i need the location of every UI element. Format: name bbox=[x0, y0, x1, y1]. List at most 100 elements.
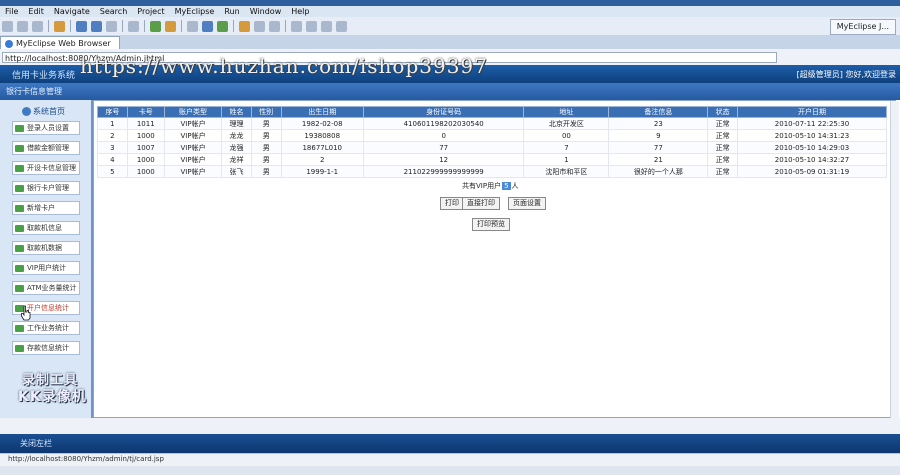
sidebar-item-label: 工作业务统计 bbox=[27, 324, 69, 332]
sidebar-item[interactable]: 登录人员设置 bbox=[12, 121, 80, 135]
column-header: 出生日期 bbox=[280, 106, 364, 118]
folder-icon bbox=[15, 144, 24, 152]
vip-user-table: 序号 卡号 账户类型 姓名 性别 出生日期 身份证号码 地址 备注信息 状态 开户日期 1 1011 V… bbox=[97, 106, 888, 178]
table-cell: 2010-05-10 14:32:27 bbox=[736, 153, 888, 166]
column-header: 卡号 bbox=[126, 106, 165, 118]
toolbar-separator bbox=[70, 20, 71, 32]
column-header: 开户日期 bbox=[736, 106, 888, 118]
prev-annotation-icon[interactable] bbox=[306, 20, 317, 32]
deploy-icon[interactable] bbox=[76, 20, 87, 32]
print-button[interactable]: 打印 bbox=[440, 197, 464, 210]
page-title: 银行卡信息管理 bbox=[6, 87, 62, 96]
user-info: [超级管理员] 您好,欢迎登录 bbox=[796, 70, 896, 79]
sidebar-item[interactable]: 借款金额管理 bbox=[12, 141, 80, 155]
ide-status-strip bbox=[0, 466, 900, 475]
open-type-icon[interactable] bbox=[239, 20, 250, 32]
folder-icon bbox=[15, 124, 24, 132]
table-cell: 男 bbox=[250, 165, 282, 178]
table-cell: 北京开发区 bbox=[523, 117, 610, 130]
menu-run[interactable]: Run bbox=[219, 7, 244, 16]
sidebar-item[interactable]: 银行卡户管理 bbox=[12, 181, 80, 195]
table-cell: 男 bbox=[250, 129, 282, 142]
table-cell: VIP帐户 bbox=[163, 141, 223, 154]
folder-icon bbox=[15, 204, 24, 212]
table-cell: 23 bbox=[608, 117, 709, 130]
menu-bar: File Edit Navigate Search Project MyEcli… bbox=[0, 6, 900, 17]
table-cell: 正常 bbox=[707, 153, 738, 166]
table-cell: VIP帐户 bbox=[163, 153, 223, 166]
menu-myeclipse[interactable]: MyEclipse bbox=[170, 7, 220, 16]
page-setup-button[interactable]: 页面设置 bbox=[508, 197, 546, 210]
table-row: 1 1011 VIP帐户 理理男 1982-02-08 41060119820203054… bbox=[97, 117, 888, 130]
sidebar-item[interactable]: ATM业务量统计 bbox=[12, 281, 80, 295]
next-annotation-icon[interactable] bbox=[291, 20, 302, 32]
menu-file[interactable]: File bbox=[0, 7, 23, 16]
table-cell: 21 bbox=[608, 153, 709, 166]
new-web-icon[interactable] bbox=[217, 20, 228, 32]
table-cell: 2010-05-10 14:29:03 bbox=[736, 141, 888, 154]
toolbar-separator bbox=[233, 20, 234, 32]
window-icon[interactable] bbox=[128, 20, 139, 32]
new-package-icon[interactable] bbox=[202, 20, 213, 32]
build-icon[interactable] bbox=[106, 20, 117, 32]
collapse-sidebar-link[interactable]: 关闭左栏 bbox=[20, 438, 52, 449]
table-cell: VIP帐户 bbox=[163, 117, 223, 130]
sidebar-item[interactable]: 取款机信息 bbox=[12, 221, 80, 235]
table-cell: 1 bbox=[523, 153, 610, 166]
edit-icon[interactable] bbox=[269, 20, 280, 32]
table-cell: 2010-05-10 14:31:23 bbox=[736, 129, 888, 142]
vertical-scrollbar[interactable] bbox=[890, 101, 899, 418]
menu-window[interactable]: Window bbox=[245, 7, 287, 16]
folder-icon bbox=[15, 344, 24, 352]
table-cell: 5 bbox=[97, 165, 128, 178]
run-icon[interactable] bbox=[150, 20, 161, 32]
new-icon[interactable] bbox=[2, 20, 13, 32]
sidebar-item[interactable]: VIP用户统计 bbox=[12, 261, 80, 275]
table-cell: 正常 bbox=[707, 117, 738, 130]
table-cell: 7 bbox=[523, 141, 610, 154]
table-row: 2 1000 VIP帐户 龙龙男 19380808 0 00 9 正常 2010-05-10 14… bbox=[97, 129, 888, 142]
sidebar-item-label: 借款金额管理 bbox=[27, 144, 69, 152]
total-summary: 共有VIP用户 5 人 bbox=[462, 181, 519, 191]
print-preview-button[interactable]: 打印预览 bbox=[472, 218, 510, 231]
column-header: 姓名 bbox=[221, 106, 252, 118]
menu-navigate[interactable]: Navigate bbox=[49, 7, 95, 16]
watermark-text: https://www.huzhan.com/ishop39397 bbox=[80, 54, 488, 78]
table-cell: 正常 bbox=[707, 141, 738, 154]
tab-web-browser[interactable]: MyEclipse Web Browser bbox=[0, 36, 120, 50]
new-class-icon[interactable] bbox=[187, 20, 198, 32]
table-cell: VIP帐户 bbox=[163, 165, 223, 178]
search-icon[interactable] bbox=[254, 20, 265, 32]
menu-help[interactable]: Help bbox=[286, 7, 314, 16]
table-cell: 4 bbox=[97, 153, 128, 166]
table-cell: VIP帐户 bbox=[163, 129, 223, 142]
external-tools-icon[interactable] bbox=[165, 20, 176, 32]
sidebar-item-label: 存款信息统计 bbox=[27, 344, 69, 352]
menu-project[interactable]: Project bbox=[132, 7, 169, 16]
column-header: 地址 bbox=[523, 106, 610, 118]
debug-icon[interactable] bbox=[54, 20, 65, 32]
open-icon[interactable] bbox=[17, 20, 28, 32]
toolbar-separator bbox=[144, 20, 145, 32]
sidebar-item[interactable]: 开设卡信息管理 bbox=[12, 161, 80, 175]
sidebar-item[interactable]: 新增卡户 bbox=[12, 201, 80, 215]
globe-icon bbox=[5, 39, 13, 48]
sidebar-item[interactable]: 存款信息统计 bbox=[12, 341, 80, 355]
back-icon[interactable] bbox=[321, 20, 332, 32]
table-cell: 12 bbox=[362, 153, 525, 166]
table-cell: 18677L010 bbox=[280, 141, 364, 154]
column-header: 序号 bbox=[97, 106, 128, 118]
menu-search[interactable]: Search bbox=[95, 7, 132, 16]
direct-print-button[interactable]: 直接打印 bbox=[462, 197, 500, 210]
server-icon[interactable] bbox=[91, 20, 102, 32]
total-suffix: 人 bbox=[511, 182, 519, 190]
menu-edit[interactable]: Edit bbox=[23, 7, 49, 16]
sidebar-item[interactable]: 工作业务统计 bbox=[12, 321, 80, 335]
save-icon[interactable] bbox=[32, 20, 43, 32]
perspective-button[interactable]: MyEclipse J... bbox=[829, 19, 896, 35]
table-cell: 1982-02-08 bbox=[280, 117, 364, 130]
forward-icon[interactable] bbox=[336, 20, 347, 32]
sidebar-home-link[interactable]: 系统首页 bbox=[22, 106, 65, 117]
editor-tab-row bbox=[0, 35, 900, 49]
sidebar-item[interactable]: 取款机数据 bbox=[12, 241, 80, 255]
